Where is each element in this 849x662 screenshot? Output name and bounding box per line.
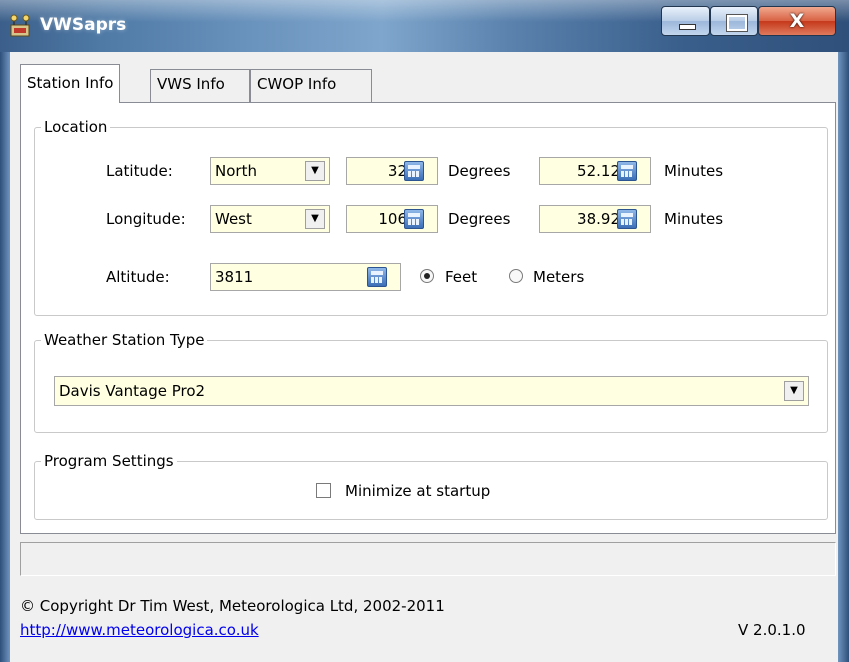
version-text: V 2.0.1.0 (738, 621, 806, 639)
maximize-icon (726, 14, 748, 32)
chevron-down-icon[interactable]: ▼ (305, 209, 325, 229)
maximize-button[interactable] (710, 6, 758, 36)
close-button[interactable]: X (758, 6, 836, 36)
copyright-text: © Copyright Dr Tim West, Meteorologica L… (20, 597, 445, 615)
minimize-icon (679, 24, 696, 30)
status-bar (20, 542, 836, 576)
calculator-icon[interactable] (617, 209, 637, 229)
website-link[interactable]: http://www.meteorologica.co.uk (20, 621, 259, 639)
window-title: VWSaprs (40, 15, 127, 35)
location-legend: Location (44, 118, 108, 136)
chevron-down-icon[interactable]: ▼ (305, 161, 325, 181)
latitude-label: Latitude: (106, 162, 173, 180)
calculator-icon[interactable] (404, 161, 424, 181)
chevron-down-icon[interactable]: ▼ (784, 381, 804, 401)
program-settings-legend: Program Settings (44, 452, 174, 470)
tab-vws-info[interactable]: VWS Info (150, 69, 250, 102)
minimize-at-startup-checkbox[interactable] (316, 483, 331, 498)
station-type-select[interactable]: Davis Vantage Pro2 (54, 376, 809, 406)
close-icon: X (789, 10, 805, 32)
calculator-icon[interactable] (404, 209, 424, 229)
tab-station-info[interactable]: Station Info (20, 64, 121, 103)
meters-label[interactable]: Meters (533, 268, 584, 286)
latitude-minutes-unit: Minutes (664, 162, 724, 180)
window-frame-left (0, 52, 10, 662)
altitude-label: Altitude: (106, 268, 170, 286)
meters-radio[interactable] (509, 269, 523, 283)
feet-radio[interactable] (420, 269, 434, 283)
latitude-degrees-unit: Degrees (448, 162, 511, 180)
latitude-degrees-field[interactable]: 32 (346, 157, 438, 185)
longitude-degrees-field[interactable]: 106 (346, 205, 438, 233)
minimize-at-startup-label[interactable]: Minimize at startup (345, 482, 490, 500)
station-type-legend: Weather Station Type (44, 331, 205, 349)
calculator-icon[interactable] (617, 161, 637, 181)
longitude-label: Longitude: (106, 210, 186, 228)
longitude-minutes-unit: Minutes (664, 210, 724, 228)
feet-label[interactable]: Feet (445, 268, 477, 286)
window-frame-right (838, 52, 849, 662)
minimize-button[interactable] (661, 6, 710, 36)
longitude-degrees-unit: Degrees (448, 210, 511, 228)
weather-station-icon[interactable] (8, 14, 32, 38)
tab-cwop-info[interactable]: CWOP Info (250, 69, 372, 102)
calculator-icon[interactable] (367, 267, 387, 287)
